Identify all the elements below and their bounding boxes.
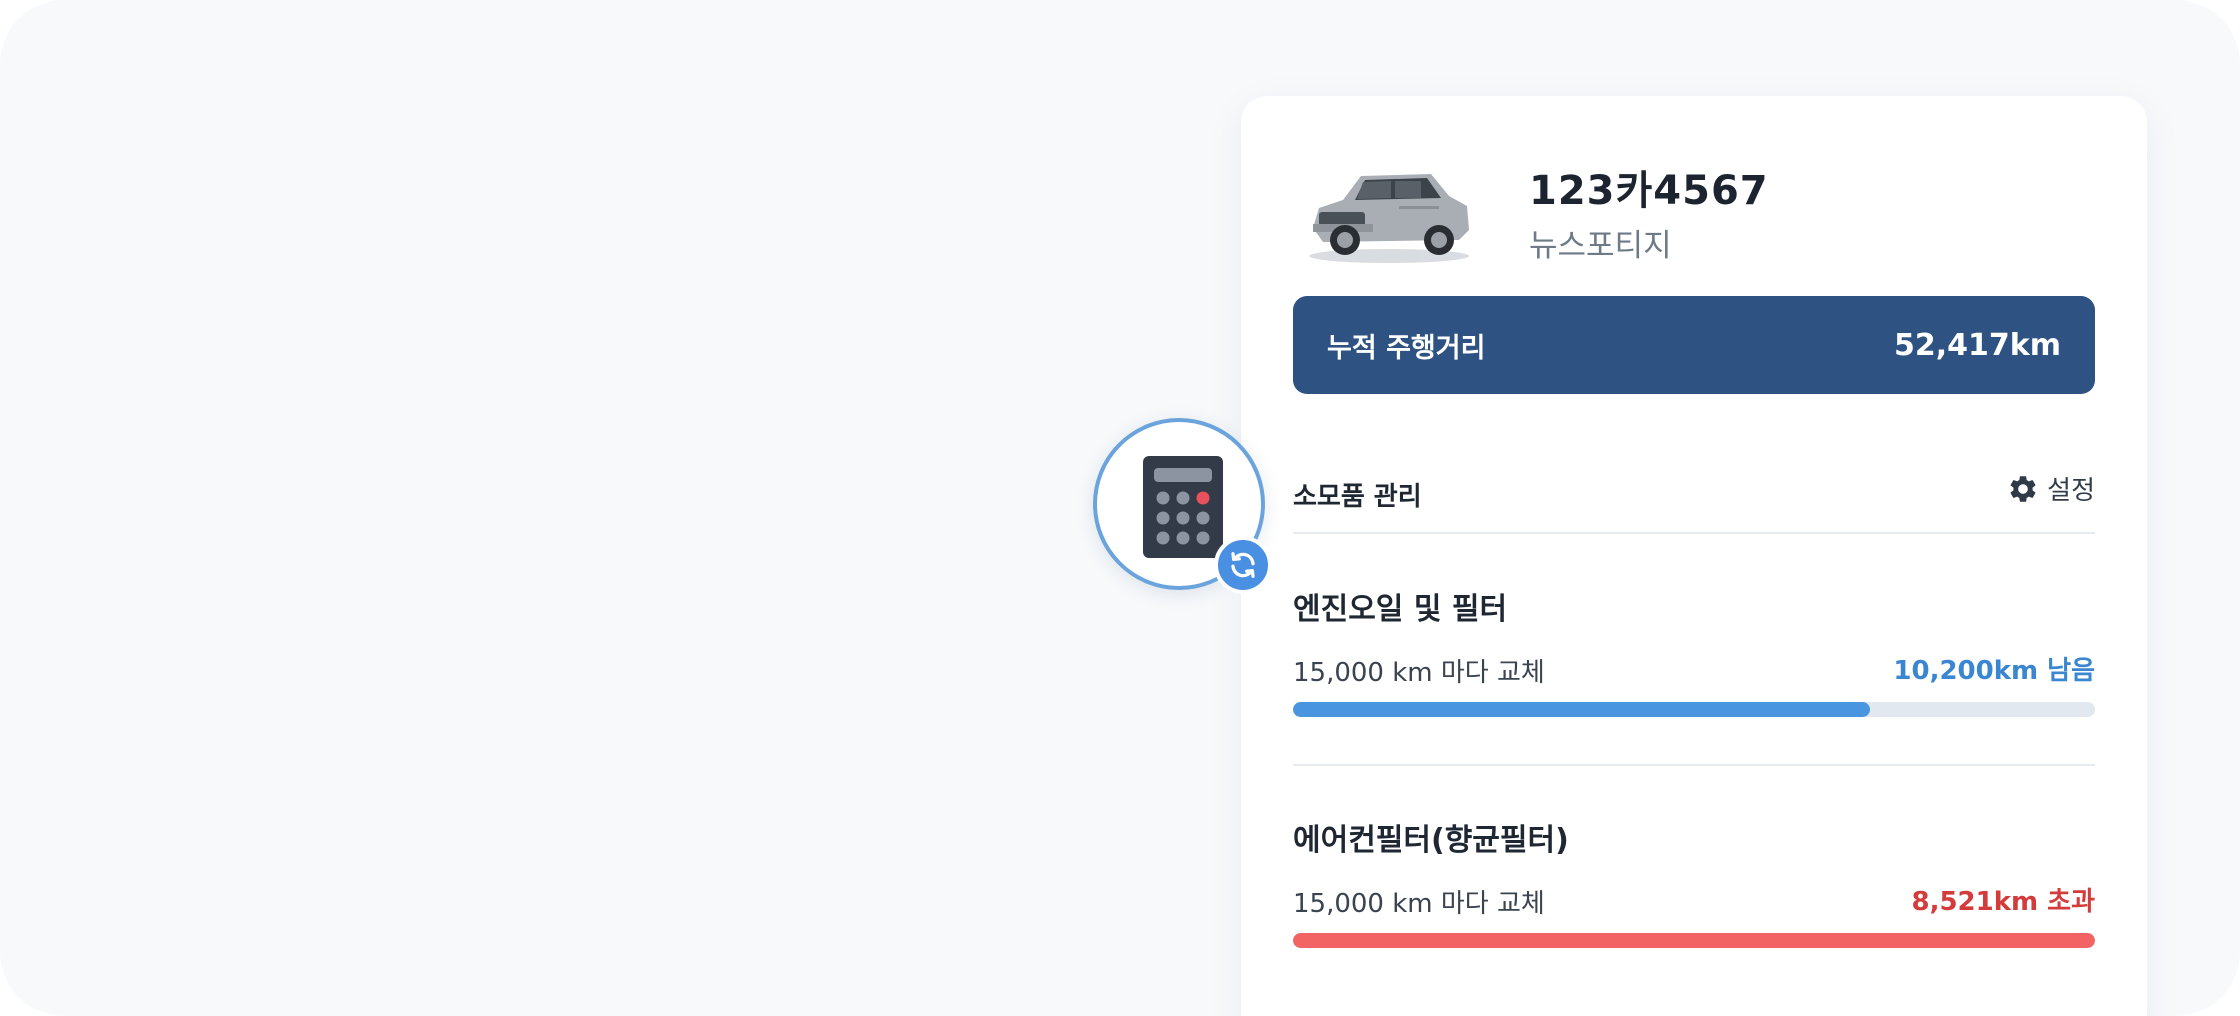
mileage-value: 52,417km: [1894, 327, 2061, 363]
item-status: 8,521km 초과: [1911, 887, 2095, 917]
progress-fill: [1293, 702, 1871, 717]
progress-track: [1293, 933, 2095, 948]
consumables-title: 소모품 관리: [1293, 482, 1422, 512]
item-interval: 15,000 km 마다 교체: [1293, 889, 1545, 919]
item-name: 엔진오일 및 필터: [1293, 592, 1508, 627]
item-status: 10,200km 남음: [1893, 656, 2095, 686]
calculator-icon: [1143, 456, 1223, 558]
progress-track: [1293, 702, 2095, 717]
consumables-header: 소모품 관리 설정: [1293, 475, 2095, 534]
vehicle-plate: 123카4567: [1529, 168, 1769, 214]
mileage-label: 누적 주행거리: [1327, 332, 1486, 364]
gear-icon: [2010, 475, 2036, 502]
vehicle-model: 뉴스포티지: [1529, 228, 1672, 264]
item-interval: 15,000 km 마다 교체: [1293, 658, 1545, 688]
item-divider: [1293, 764, 2095, 766]
vehicle-card: 123카4567 뉴스포티지 누적 주행거리 52,417km 소모품 관리 설…: [1241, 96, 2147, 1016]
refresh-icon: [1214, 536, 1272, 594]
settings-button[interactable]: 설정: [2007, 470, 2095, 507]
item-name: 에어컨필터(향균필터): [1293, 823, 1569, 858]
calculator-button[interactable]: [1093, 418, 1272, 594]
app-background: 123카4567 뉴스포티지 누적 주행거리 52,417km 소모품 관리 설…: [0, 0, 2240, 1016]
progress-fill: [1293, 933, 2095, 948]
mileage-banner: 누적 주행거리 52,417km: [1293, 296, 2095, 394]
settings-label: 설정: [2047, 476, 2095, 506]
vehicle-image: [1309, 174, 1469, 263]
